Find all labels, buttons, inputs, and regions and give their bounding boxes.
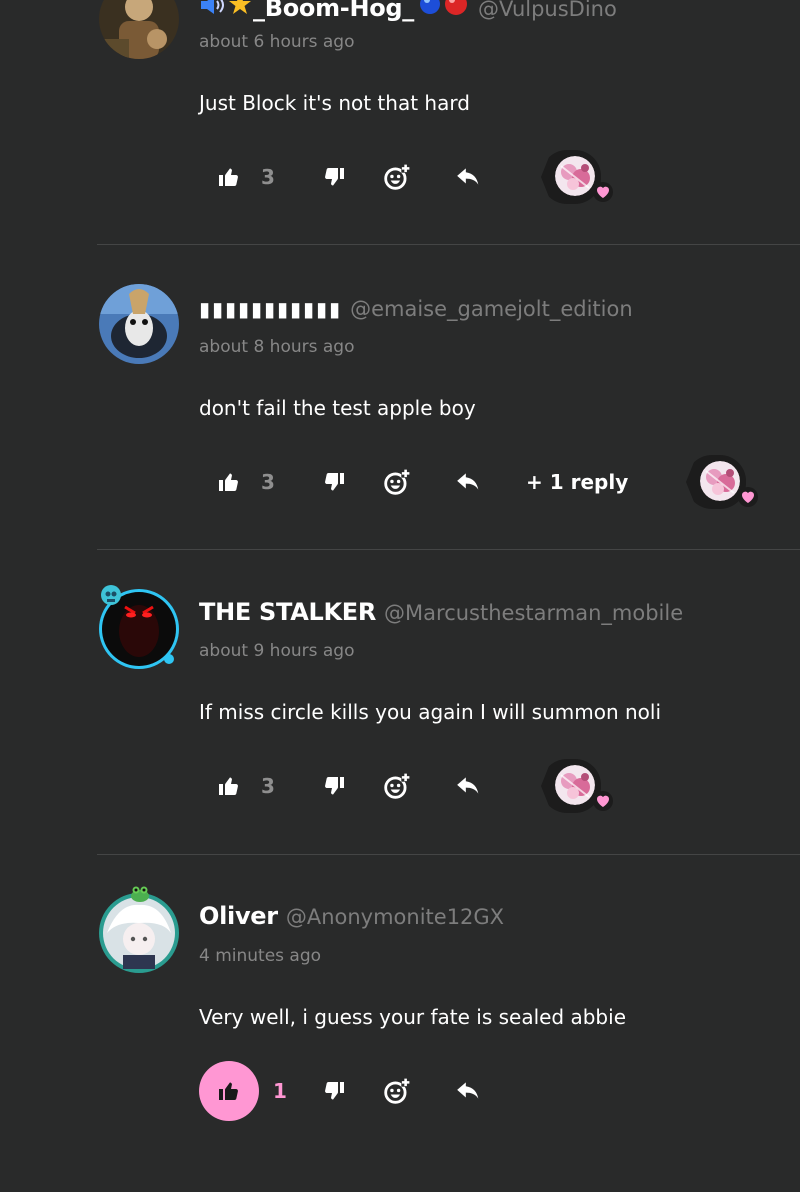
thumbs-down-icon	[322, 165, 346, 189]
author-line: Oliver @Anonymonite12GX	[199, 902, 504, 930]
dislike-button[interactable]	[304, 756, 364, 816]
like-count[interactable]: 1	[259, 1079, 301, 1103]
like-count[interactable]: 3	[259, 774, 301, 798]
comment-feed: _Boom-Hog_ @VulpusDino about 6 hours ago…	[0, 0, 800, 1192]
comment-actions: 3	[199, 147, 498, 207]
avatar[interactable]	[99, 0, 179, 59]
view-replies-link[interactable]: + 1 reply	[526, 470, 628, 494]
timestamp: about 8 hours ago	[199, 337, 355, 357]
thumbs-up-icon	[217, 470, 241, 494]
thumbs-up-icon	[219, 1082, 238, 1100]
timestamp: 4 minutes ago	[199, 946, 322, 966]
comment-actions: 3 + 1 reply	[199, 452, 628, 512]
reply-button[interactable]	[438, 147, 498, 207]
username[interactable]: @VulpusDino	[478, 0, 617, 21]
reply-arrow-icon	[455, 773, 481, 799]
author-line: _Boom-Hog_ @VulpusDino	[199, 0, 617, 22]
reactor-avatar	[555, 765, 595, 805]
red-orb-icon	[442, 0, 470, 20]
add-reaction-icon	[383, 163, 411, 191]
display-name[interactable]: THE STALKER	[199, 598, 376, 626]
reply-arrow-icon	[455, 469, 481, 495]
comment-item: ▮▮▮▮▮▮▮▮▮▮▮ @emaise_gamejolt_edition abo…	[0, 245, 800, 550]
reply-arrow-icon	[455, 164, 481, 190]
add-reaction-button[interactable]	[367, 147, 427, 207]
add-reaction-button[interactable]	[367, 452, 427, 512]
add-reaction-icon	[383, 468, 411, 496]
comment-item: _Boom-Hog_ @VulpusDino about 6 hours ago…	[0, 0, 800, 245]
comment-actions: 3	[199, 756, 498, 816]
comment-text: Just Block it's not that hard	[199, 91, 470, 115]
reaction-chip[interactable]	[686, 455, 758, 509]
username[interactable]: @Anonymonite12GX	[286, 905, 504, 929]
like-button[interactable]	[199, 452, 259, 512]
heart-icon	[738, 487, 758, 507]
reply-button[interactable]	[438, 1061, 498, 1121]
star-icon	[227, 0, 253, 20]
add-reaction-button[interactable]	[367, 756, 427, 816]
comment-item: THE STALKER @Marcusthestarman_mobile abo…	[0, 550, 800, 855]
like-count[interactable]: 3	[259, 165, 301, 189]
comment-actions: 1	[199, 1061, 498, 1121]
author-line: ▮▮▮▮▮▮▮▮▮▮▮ @emaise_gamejolt_edition	[199, 297, 633, 321]
avatar[interactable]	[97, 585, 181, 671]
reaction-chip[interactable]	[541, 759, 613, 813]
thumbs-down-icon	[322, 1079, 346, 1103]
thumbs-down-icon	[322, 470, 346, 494]
username[interactable]: @Marcusthestarman_mobile	[384, 601, 683, 625]
add-reaction-button[interactable]	[367, 1061, 427, 1121]
avatar[interactable]	[99, 886, 179, 973]
blue-orb-icon	[418, 0, 442, 20]
comment-text: Very well, i guess your fate is sealed a…	[199, 1005, 626, 1029]
author-line: THE STALKER @Marcusthestarman_mobile	[199, 598, 683, 626]
frog-badge-icon	[131, 886, 149, 902]
reply-button[interactable]	[438, 452, 498, 512]
display-name[interactable]: Oliver	[199, 902, 278, 930]
comment-text: don't fail the test apple boy	[199, 396, 476, 420]
like-count[interactable]: 3	[259, 470, 301, 494]
skull-badge-icon	[101, 585, 121, 605]
heart-icon	[593, 791, 613, 811]
reaction-chip[interactable]	[541, 150, 613, 204]
add-reaction-icon	[383, 1077, 411, 1105]
thumbs-down-icon	[322, 774, 346, 798]
reply-arrow-icon	[455, 1078, 481, 1104]
like-button[interactable]	[199, 147, 259, 207]
like-button[interactable]	[199, 1061, 259, 1121]
reactor-avatar	[700, 461, 740, 501]
dislike-button[interactable]	[304, 147, 364, 207]
avatar[interactable]	[99, 284, 179, 364]
heart-icon	[593, 182, 613, 202]
speaker-icon	[199, 0, 227, 20]
comment-item: Oliver @Anonymonite12GX 4 minutes ago Ve…	[0, 855, 800, 1192]
add-reaction-icon	[383, 772, 411, 800]
display-name[interactable]: ▮▮▮▮▮▮▮▮▮▮▮	[199, 297, 342, 321]
timestamp: about 9 hours ago	[199, 641, 355, 661]
comment-text: If miss circle kills you again I will su…	[199, 700, 662, 724]
like-button[interactable]	[199, 756, 259, 816]
reactor-avatar	[555, 156, 595, 196]
dislike-button[interactable]	[304, 1061, 364, 1121]
dislike-button[interactable]	[304, 452, 364, 512]
thumbs-up-icon	[217, 774, 241, 798]
display-name[interactable]: _Boom-Hog_	[253, 0, 414, 22]
timestamp: about 6 hours ago	[199, 32, 355, 52]
username[interactable]: @emaise_gamejolt_edition	[350, 297, 633, 321]
reply-button[interactable]	[438, 756, 498, 816]
thumbs-up-icon	[217, 165, 241, 189]
